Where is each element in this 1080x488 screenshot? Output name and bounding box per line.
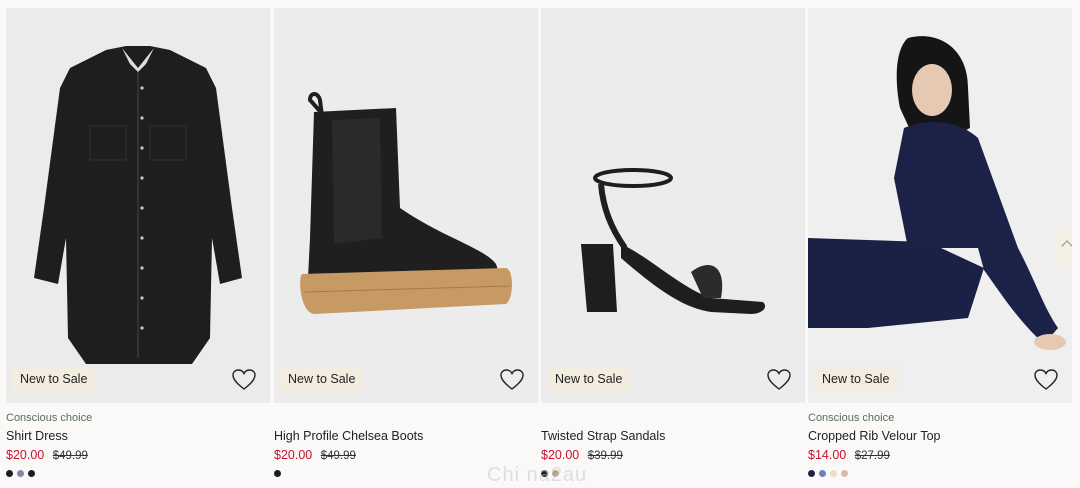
price-row: $20.00 $49.99 [6, 447, 270, 464]
chelsea-boot-illustration [274, 8, 538, 403]
price-row: $14.00 $27.99 [808, 447, 1072, 464]
product-image[interactable]: New to Sale [541, 8, 805, 403]
new-to-sale-badge: New to Sale [280, 367, 364, 391]
velour-top-model-illustration [808, 8, 1072, 403]
sale-price: $14.00 [808, 448, 847, 462]
heart-icon[interactable] [500, 369, 524, 391]
sale-price: $20.00 [274, 448, 313, 462]
chevron-up-icon [1061, 240, 1072, 252]
product-image[interactable]: New to Sale [808, 8, 1072, 403]
new-to-sale-badge: New to Sale [547, 367, 631, 391]
color-swatch[interactable] [17, 470, 24, 477]
new-to-sale-badge: New to Sale [12, 367, 96, 391]
shirt-dress-illustration [6, 8, 270, 403]
original-price: $49.99 [52, 450, 88, 462]
sale-price: $20.00 [6, 448, 45, 462]
product-title[interactable]: High Profile Chelsea Boots [274, 428, 538, 444]
watermark-text: Chi na2au [487, 464, 588, 486]
product-title[interactable]: Twisted Strap Sandals [541, 428, 805, 444]
color-swatch[interactable] [28, 470, 35, 477]
new-to-sale-badge: New to Sale [814, 367, 898, 391]
product-grid: New to Sale Conscious choice Shirt Dress… [0, 0, 1080, 488]
conscious-choice-label [274, 411, 538, 425]
product-image[interactable]: New to Sale [6, 8, 270, 403]
color-swatch[interactable] [808, 470, 815, 477]
color-swatch[interactable] [819, 470, 826, 477]
color-swatch[interactable] [274, 470, 281, 477]
product-title[interactable]: Shirt Dress [6, 428, 270, 444]
product-card[interactable]: New to Sale Twisted Strap Sandals $20.00… [541, 8, 805, 477]
color-swatches [6, 470, 270, 477]
conscious-choice-label: Conscious choice [6, 412, 93, 424]
product-card[interactable]: New to Sale Conscious choice Cropped Rib… [808, 8, 1072, 477]
conscious-choice-label [541, 411, 805, 425]
original-price: $27.99 [854, 450, 890, 462]
product-card[interactable]: New to Sale Conscious choice Shirt Dress… [6, 8, 270, 477]
product-image[interactable]: New to Sale [274, 8, 538, 403]
heart-icon[interactable] [232, 369, 256, 391]
product-title[interactable]: Cropped Rib Velour Top [808, 428, 1072, 444]
price-row: $20.00 $39.99 [541, 447, 805, 464]
sandal-illustration [541, 8, 805, 403]
heart-icon[interactable] [767, 369, 791, 391]
original-price: $49.99 [320, 450, 356, 462]
color-swatch[interactable] [830, 470, 837, 477]
heart-icon[interactable] [1034, 369, 1058, 391]
price-row: $20.00 $49.99 [274, 447, 538, 464]
color-swatch[interactable] [841, 470, 848, 477]
next-slide-button[interactable] [1054, 228, 1072, 268]
conscious-choice-label: Conscious choice [808, 412, 895, 424]
sale-price: $20.00 [541, 448, 580, 462]
color-swatches [808, 470, 1072, 477]
product-card[interactable]: New to Sale High Profile Chelsea Boots $… [274, 8, 538, 477]
original-price: $39.99 [587, 450, 623, 462]
color-swatch[interactable] [6, 470, 13, 477]
